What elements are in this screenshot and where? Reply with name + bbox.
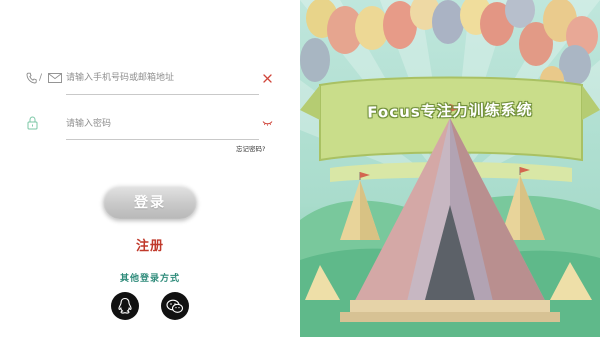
clear-x-icon[interactable] [263,74,272,83]
lock-icon [27,116,38,130]
account-separator: / [39,73,43,83]
eye-closed-icon[interactable] [262,120,273,127]
wechat-icon [166,299,184,313]
account-input[interactable] [66,71,246,85]
account-underline [66,94,259,95]
phone-icon [26,72,37,84]
mail-icon [48,73,62,83]
qq-login-button[interactable] [111,292,139,320]
register-link[interactable]: 注册 [120,235,180,254]
banner-illustration: Focus专注力训练系统 [300,0,600,337]
login-button[interactable]: 登录 [103,185,197,219]
qq-penguin-icon [118,297,132,314]
password-input[interactable] [66,117,246,131]
login-panel: / 忘记密码? 登录 注册 其他登录方式 [0,0,300,337]
password-underline [66,139,259,140]
forgot-password-link[interactable]: 忘记密码? [236,143,265,153]
circus-tent-illustration [300,0,600,337]
banner-title: Focus专注力训练系统 [367,100,533,122]
wechat-login-button[interactable] [161,292,189,320]
other-login-methods-label: 其他登录方式 [119,274,180,284]
